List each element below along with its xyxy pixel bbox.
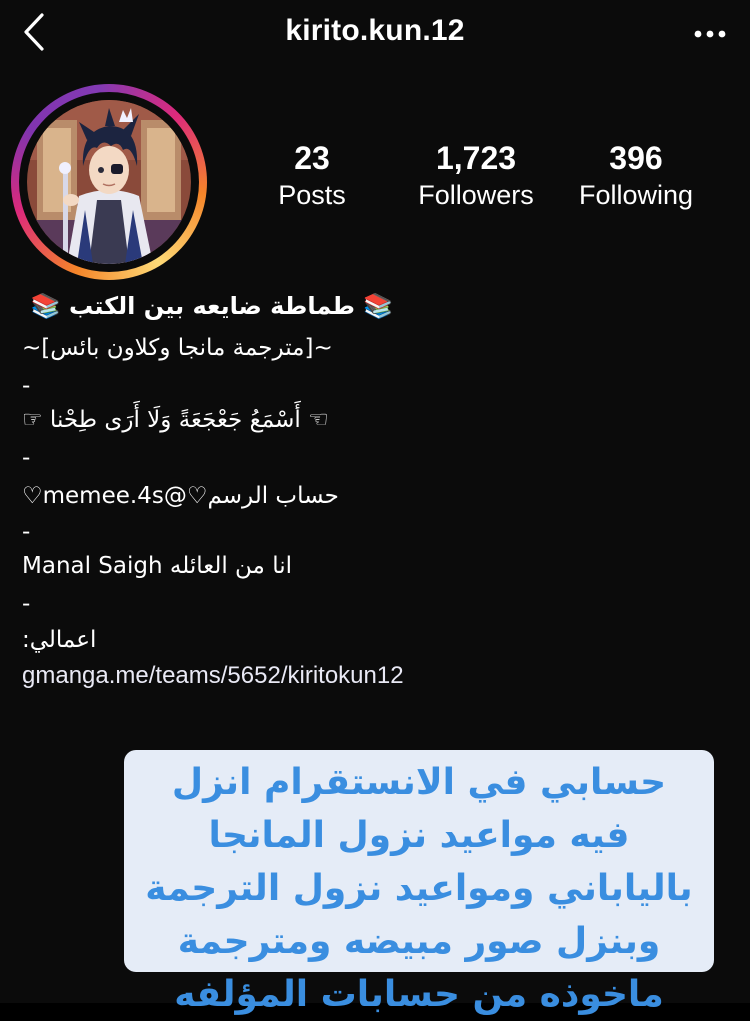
avatar-border [19, 92, 199, 272]
avatar[interactable] [27, 100, 191, 264]
profile-stats: 23 Posts 1,723 Followers 396 Following [250, 138, 720, 218]
bio-line-2: ☜ أَسْمَعُ جَعْجَعَةً وَلَا أَرَى طِحْنا… [22, 407, 329, 433]
bio-line-3: حساب الرسم♡@memee.4s♡ [22, 483, 339, 509]
story-ring[interactable] [11, 84, 207, 280]
following-count-label: Following [578, 180, 694, 210]
profile-username: kirito.kun.12 [285, 14, 465, 47]
caption-text: حسابي في الانستقرام انزل فيه مواعيد نزول… [145, 762, 693, 1015]
bio-display-name: 📚 طماطة ضايعه بين الكتب 📚 [30, 292, 394, 320]
posts-count-value: 23 [294, 140, 330, 176]
more-options-button[interactable] [688, 18, 732, 50]
top-bar: kirito.kun.12 [0, 0, 750, 70]
profile-screen: kirito.kun.12 23 Posts 1,723 Followers 3… [0, 0, 750, 1015]
bio-line-4: انا من العائله Manal Saigh [22, 553, 292, 579]
bio-line-1: ~[مترجمة مانجا وكلاون بائس]~ [22, 335, 333, 361]
following-count[interactable]: 396 Following [562, 138, 710, 212]
avatar-anime-character-image [27, 100, 191, 264]
bio-link[interactable]: gmanga.me/teams/5652/kiritokun12 [22, 656, 722, 696]
bio-separator-4: - [22, 591, 31, 617]
more-horizontal-icon [694, 30, 726, 38]
followers-count-value: 1,723 [435, 140, 517, 176]
posts-count-label: Posts [278, 180, 346, 210]
following-count-value: 396 [609, 140, 663, 176]
followers-count-label: Followers [418, 180, 534, 210]
bio-separator-2: - [22, 445, 31, 471]
followers-count[interactable]: 1,723 Followers [402, 138, 550, 212]
bio-line-5: اعمالي: [22, 627, 97, 653]
posts-count[interactable]: 23 Posts [262, 138, 362, 212]
caption-overlay: حسابي في الانستقرام انزل فيه مواعيد نزول… [124, 750, 714, 1015]
